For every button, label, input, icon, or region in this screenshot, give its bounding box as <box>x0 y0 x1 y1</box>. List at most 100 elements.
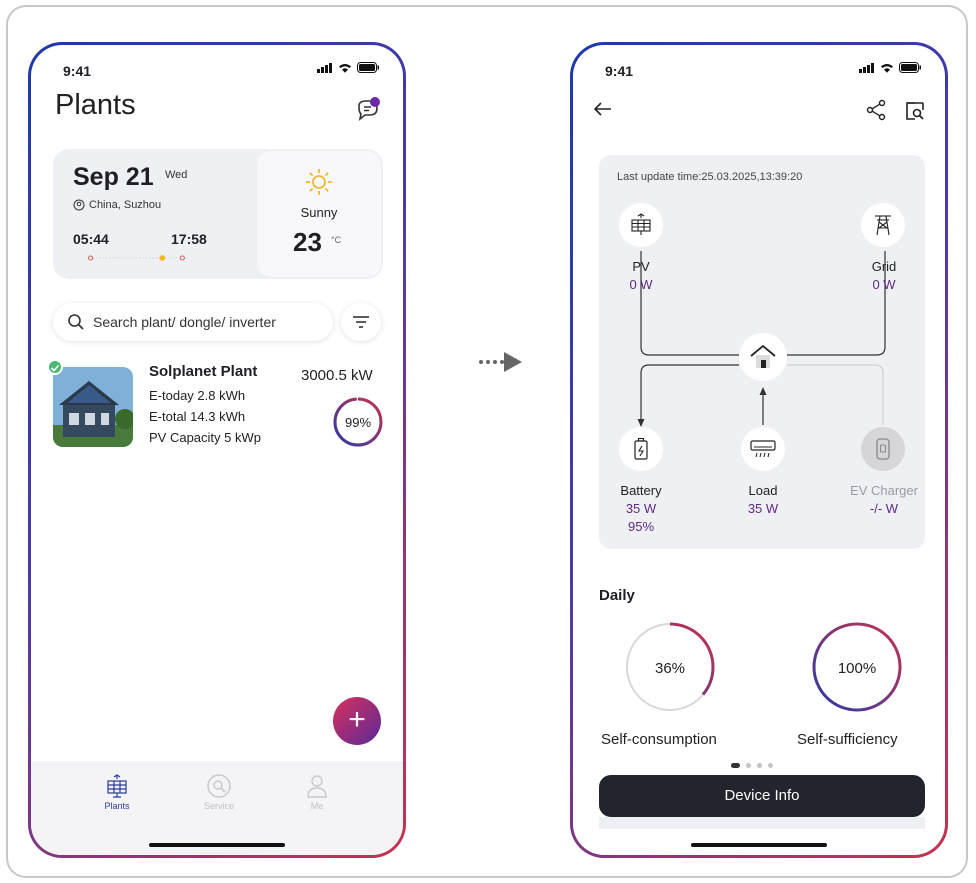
chat-bubble-icon <box>358 97 380 121</box>
page-dot-active[interactable] <box>731 763 740 768</box>
battery-icon <box>357 62 379 73</box>
share-icon[interactable] <box>865 99 887 121</box>
power-tower-icon <box>875 215 891 236</box>
filter-button[interactable] <box>341 303 381 341</box>
house-icon <box>750 344 776 368</box>
home-node[interactable] <box>739 333 787 381</box>
plant-ratio-ring: 99% <box>331 395 385 449</box>
solar-panel-icon <box>631 213 651 235</box>
online-status-icon <box>47 359 63 375</box>
plant-ratio-label: 99% <box>345 415 371 430</box>
plant-detail-screen: 9:41 Last update time:25.03.2025,13:39:2… <box>573 45 945 855</box>
temperature: 23 <box>293 227 322 257</box>
page-title: Plants <box>55 89 136 121</box>
search-icon <box>68 314 84 330</box>
search-placeholder: Search plant/ dongle/ inverter <box>93 314 276 330</box>
wrench-search-icon <box>207 774 231 798</box>
battery-node[interactable] <box>619 427 663 471</box>
search-input[interactable]: Search plant/ dongle/ inverter <box>53 303 333 341</box>
wifi-icon <box>881 63 893 73</box>
solar-panel-icon <box>107 774 127 798</box>
signal-icon <box>859 62 874 73</box>
phone-plants-list: 9:41 Plants Sep 21 Wed China, Suzhou 05:… <box>28 42 406 858</box>
ev-charger-label: EV Charger <box>850 483 918 498</box>
message-button[interactable] <box>355 97 381 123</box>
home-indicator <box>691 843 827 847</box>
load-node[interactable] <box>741 427 785 471</box>
pv-value: 0 W <box>629 277 653 292</box>
inspect-icon[interactable] <box>905 101 925 121</box>
plant-pv-capacity: PV Capacity 5 kWp <box>149 430 261 445</box>
page-dot[interactable] <box>768 763 773 768</box>
sun-track <box>88 255 189 261</box>
status-icons <box>317 62 379 73</box>
battery-charging-icon <box>634 437 648 460</box>
sun-icon <box>306 169 332 195</box>
pv-node[interactable] <box>619 203 663 247</box>
grid-node[interactable] <box>861 203 905 247</box>
self-sufficiency-label: Self-sufficiency <box>797 731 898 748</box>
signal-icon <box>317 62 332 73</box>
self-consumption-value: 36% <box>655 660 685 677</box>
ev-charger-value: -/- W <box>869 501 899 516</box>
plant-e-total: E-total 14.3 kWh <box>149 409 246 424</box>
weather-box: Sunny 23 °C <box>257 151 381 277</box>
battery-icon <box>899 62 921 73</box>
bottom-tab-bar: Plants Service Me <box>31 761 403 855</box>
temperature-unit: °C <box>331 235 342 245</box>
load-label: Load <box>748 483 778 498</box>
grid-value: 0 W <box>872 277 896 292</box>
tab-service-label: Service <box>203 801 234 811</box>
self-consumption-ring: 36% <box>624 621 716 713</box>
self-consumption-label: Self-consumption <box>601 731 717 748</box>
house-solar-photo <box>53 367 133 447</box>
phone-plant-detail: 9:41 Last update time:25.03.2025,13:39:2… <box>570 42 948 858</box>
back-arrow-icon[interactable] <box>593 101 613 117</box>
ev-charger-node[interactable] <box>861 427 905 471</box>
ev-charger-icon <box>876 438 890 460</box>
tab-me[interactable]: Me <box>287 773 347 811</box>
transition-arrow-icon <box>479 352 522 372</box>
add-plant-button[interactable]: + <box>333 697 381 745</box>
pv-label: PV <box>632 259 650 274</box>
tab-me-label: Me <box>310 801 324 811</box>
sun-position-icon <box>159 255 166 261</box>
self-sufficiency-ring: 100% <box>811 621 903 713</box>
plant-photo[interactable] <box>53 367 133 447</box>
grid-label: Grid <box>871 259 897 274</box>
plant-power: 3000.5 kW <box>301 367 373 384</box>
location: China, Suzhou <box>73 199 161 211</box>
status-icons <box>859 62 921 73</box>
plant-name[interactable]: Solplanet Plant <box>149 363 257 380</box>
home-indicator <box>149 843 285 847</box>
sunset-time: 17:58 <box>171 231 207 247</box>
page-indicator[interactable] <box>731 763 773 768</box>
status-time: 9:41 <box>63 63 92 79</box>
date-weather-card: Sep 21 Wed China, Suzhou 05:44 17:58 Sun… <box>53 149 383 279</box>
weekday: Wed <box>165 169 188 181</box>
tab-service[interactable]: Service <box>189 773 249 811</box>
air-conditioner-icon <box>750 440 776 458</box>
battery-value: 35 W <box>625 501 657 516</box>
filter-icon <box>353 316 369 328</box>
date: Sep 21 <box>73 163 154 191</box>
person-icon <box>307 775 327 798</box>
self-sufficiency-value: 100% <box>838 660 876 677</box>
battery-label: Battery <box>620 483 662 498</box>
wifi-icon <box>339 63 351 73</box>
weather-condition: Sunny <box>300 205 338 220</box>
plant-e-today: E-today 2.8 kWh <box>149 388 246 403</box>
device-info-button[interactable]: Device Info <box>599 775 925 817</box>
plants-screen: 9:41 Plants Sep 21 Wed China, Suzhou 05:… <box>31 45 403 855</box>
page-dot[interactable] <box>757 763 762 768</box>
daily-section-title: Daily <box>599 587 635 604</box>
battery-soc: 95% <box>627 519 655 534</box>
energy-flow-card: Last update time:25.03.2025,13:39:20 PV … <box>599 155 925 549</box>
location-text: China, Suzhou <box>89 199 162 211</box>
tab-plants-label: Plants <box>104 801 130 811</box>
bottom-strip <box>599 817 925 829</box>
page-dot[interactable] <box>746 763 751 768</box>
status-time: 9:41 <box>605 63 634 79</box>
tab-plants[interactable]: Plants <box>87 773 147 811</box>
load-value: 35 W <box>747 501 779 516</box>
